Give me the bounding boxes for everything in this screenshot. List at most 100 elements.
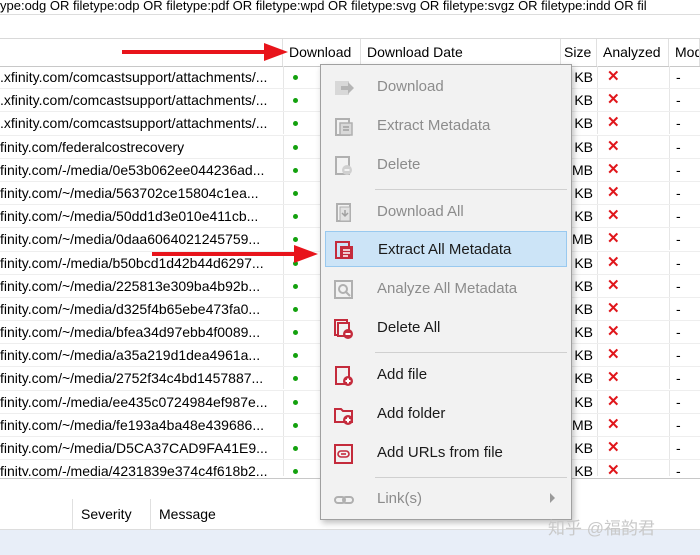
annotation-arrow-icon	[122, 43, 288, 61]
modified-cell: -	[669, 89, 700, 112]
analyzed-cell: ✕	[597, 297, 670, 320]
annotation-arrow-icon	[152, 245, 318, 263]
not-analyzed-x-icon: ✕	[607, 114, 620, 132]
log-column-blank[interactable]	[0, 499, 72, 529]
modified-cell: -	[669, 413, 700, 436]
menu-item-add-folder[interactable]: Add folder	[325, 396, 567, 432]
analyzed-cell: ✕	[597, 251, 670, 274]
menu-label: Extract All Metadata	[378, 241, 512, 258]
column-header-size[interactable]: Size	[561, 39, 597, 66]
menu-label: Delete All	[377, 319, 441, 336]
menu-item-download-all[interactable]: Download All	[325, 194, 567, 230]
menu-item-delete[interactable]: Delete	[325, 147, 567, 183]
analyzed-cell: ✕	[597, 321, 670, 344]
downloaded-dot-icon	[293, 469, 298, 475]
menu-label: Extract Metadata	[377, 117, 491, 134]
menu-item-extract-metadata[interactable]: Extract Metadata	[325, 108, 567, 144]
not-analyzed-x-icon: ✕	[607, 276, 620, 294]
url-cell: finity.com/-/media/4231839e374c4f618b2..…	[0, 463, 268, 476]
column-header-modified[interactable]: Mod	[669, 39, 700, 66]
url-cell: finity.com/~/media/fe193a4ba48e439686...	[0, 416, 264, 433]
modified-cell: -	[669, 135, 700, 158]
url-cell: finity.com/~/media/d325f4b65ebe473fa0...	[0, 300, 261, 317]
menu-label: Download All	[377, 203, 464, 220]
modified-cell: -	[669, 321, 700, 344]
menu-item-add-file[interactable]: Add file	[325, 357, 567, 393]
downloaded-dot-icon	[293, 306, 298, 312]
extract-metadata-icon	[335, 118, 353, 136]
downloaded-dot-icon	[293, 446, 298, 451]
downloaded-dot-icon	[293, 144, 298, 150]
log-column-severity[interactable]: Severity	[72, 499, 150, 529]
analyzed-cell: ✕	[597, 437, 670, 459]
column-header-analyzed[interactable]: Analyzed	[597, 39, 669, 66]
context-menu: Download Extract Metadata Delete Downloa…	[320, 64, 572, 520]
not-analyzed-x-icon: ✕	[607, 299, 620, 317]
menu-label: Delete	[377, 156, 421, 173]
delete-icon	[335, 156, 352, 175]
menu-separator	[375, 352, 567, 353]
not-analyzed-x-icon: ✕	[607, 183, 620, 201]
download-all-icon	[336, 203, 351, 222]
not-analyzed-x-icon: ✕	[607, 323, 620, 341]
menu-item-links[interactable]: Link(s)	[325, 481, 567, 517]
url-cell: finity.com/~/media/bfea34d97ebb4f0089...	[0, 324, 261, 341]
modified-cell: -	[669, 158, 700, 181]
not-analyzed-x-icon: ✕	[607, 253, 620, 271]
modified-cell: -	[669, 460, 700, 476]
modified-cell: -	[669, 367, 700, 390]
analyzed-cell: ✕	[597, 460, 670, 476]
menu-item-delete-all[interactable]: Delete All	[325, 310, 567, 346]
menu-label: Add folder	[377, 405, 446, 422]
menu-item-analyze-all-metadata[interactable]: Analyze All Metadata	[325, 271, 567, 307]
url-cell: .xfinity.com/comcastsupport/attachments/…	[0, 92, 268, 109]
downloaded-dot-icon	[293, 190, 298, 196]
column-header-download[interactable]: Download	[283, 39, 361, 66]
not-analyzed-x-icon: ✕	[607, 392, 620, 410]
menu-label: Add file	[377, 366, 428, 383]
url-cell: finity.com/~/media/563702ce15804c1ea...	[0, 184, 259, 201]
analyzed-cell: ✕	[597, 228, 670, 251]
analyzed-cell: ✕	[597, 66, 670, 88]
url-cell: finity.com/-/media/0e53b062ee044236ad...	[0, 161, 265, 178]
downloaded-dot-icon	[293, 330, 298, 336]
url-cell: finity.com/~/media/225813e309ba4b92b...	[0, 277, 261, 294]
modified-cell: -	[669, 205, 700, 228]
analyzed-cell: ✕	[597, 367, 670, 390]
menu-separator	[375, 189, 567, 190]
column-header-download-date[interactable]: Download Date	[361, 39, 561, 66]
menu-item-add-urls-from-file[interactable]: Add URLs from file	[325, 435, 567, 471]
not-analyzed-x-icon: ✕	[607, 439, 620, 456]
modified-cell: -	[669, 228, 700, 251]
modified-cell: -	[669, 297, 700, 320]
menu-item-download[interactable]: Download	[325, 69, 567, 105]
menu-item-extract-all-metadata[interactable]: Extract All Metadata	[325, 231, 567, 267]
not-analyzed-x-icon: ✕	[607, 230, 620, 248]
downloaded-dot-icon	[293, 167, 298, 173]
analyzed-cell: ✕	[597, 181, 670, 204]
add-file-icon	[335, 366, 353, 386]
downloaded-dot-icon	[293, 121, 298, 127]
menu-separator	[375, 477, 567, 478]
url-cell: finity.com/~/media/a35a219d1dea4961a...	[0, 347, 261, 364]
extract-all-metadata-icon	[335, 241, 353, 259]
modified-cell: -	[669, 344, 700, 367]
analyzed-cell: ✕	[597, 205, 670, 228]
menu-label: Analyze All Metadata	[377, 280, 518, 297]
downloaded-dot-icon	[293, 75, 298, 80]
not-analyzed-x-icon: ✕	[607, 91, 620, 109]
analyzed-cell: ✕	[597, 135, 670, 158]
url-cell: .xfinity.com/comcastsupport/attachments/…	[0, 69, 268, 85]
url-cell: finity.com/federalcostrecovery	[0, 138, 185, 155]
submenu-arrow-icon	[550, 493, 555, 503]
menu-label: Link(s)	[377, 490, 423, 507]
not-analyzed-x-icon: ✕	[607, 68, 620, 85]
analyzed-cell: ✕	[597, 344, 670, 367]
add-urls-icon	[334, 444, 353, 464]
modified-cell: -	[669, 66, 700, 88]
downloaded-dot-icon	[293, 353, 298, 359]
modified-cell: -	[669, 181, 700, 204]
menu-label: Add URLs from file	[377, 444, 503, 461]
analyzed-cell: ✕	[597, 390, 670, 413]
analyzed-cell: ✕	[597, 158, 670, 181]
